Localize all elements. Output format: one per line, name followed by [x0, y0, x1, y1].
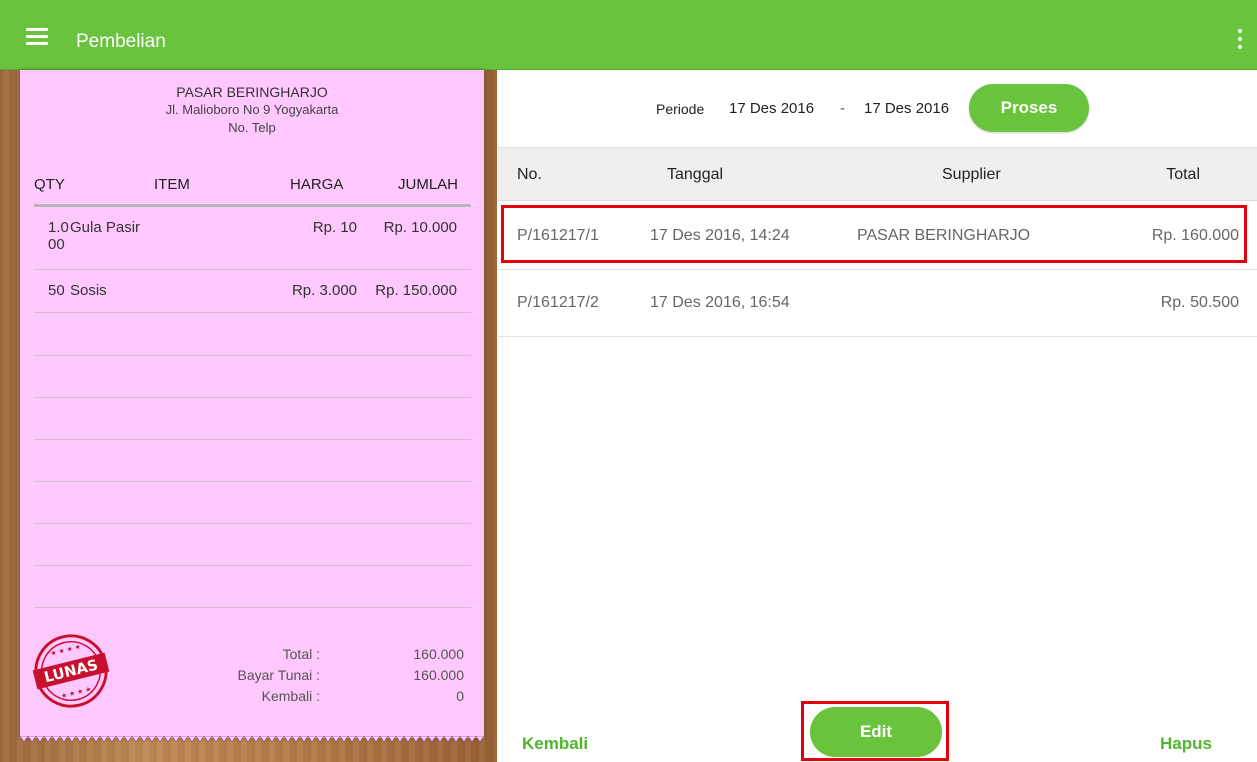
row-tanggal: 17 Des 2016, 16:54	[650, 294, 790, 311]
proses-button[interactable]: Proses	[969, 84, 1089, 132]
receipt-empty-line	[34, 439, 471, 482]
receipt-empty-line	[34, 565, 471, 608]
column-header-no: No.	[517, 166, 542, 183]
receipt-bayar-label: Bayar Tunai :	[237, 667, 321, 683]
column-header-tanggal: Tanggal	[667, 166, 724, 183]
column-header-supplier: Supplier	[942, 166, 1001, 183]
svg-text:★ ★ ★ ★: ★ ★ ★ ★	[60, 685, 92, 700]
receipt-line-item: 50 Sosis Rp. 3.000 Rp. 150.000	[34, 270, 471, 313]
table-header: No. Tanggal Supplier Total	[498, 147, 1257, 201]
receipt-store-name: PASAR BERINGHARJO	[176, 84, 328, 100]
date-to-picker[interactable]: 17 Des 2016	[864, 100, 949, 117]
receipt-total-value: 160.000	[413, 646, 464, 662]
hapus-button[interactable]: Hapus	[1160, 734, 1212, 754]
receipt-empty-line	[34, 523, 471, 566]
date-from-picker[interactable]: 17 Des 2016	[729, 100, 814, 117]
app-bar: Pembelian	[0, 0, 1257, 70]
receipt-kembali-value: 0	[456, 688, 464, 704]
kembali-button[interactable]: Kembali	[522, 734, 588, 754]
receipt-line-harga: Rp. 3.000	[291, 282, 357, 299]
receipt-col-jumlah: JUMLAH	[398, 176, 459, 193]
receipt-store-address: Jl. Malioboro No 9 Yogyakarta	[165, 102, 339, 117]
receipt-empty-line	[34, 481, 471, 524]
receipt-bayar-value: 160.000	[413, 667, 464, 683]
receipt-empty-line	[34, 397, 471, 440]
receipt-torn-edge	[20, 736, 484, 743]
selected-row-highlight	[501, 205, 1247, 263]
receipt-line-item: 1.0 00 Gula Pasir Rp. 10 Rp. 10.000	[34, 207, 471, 270]
receipt-line-item-name: Gula Pasir	[70, 219, 141, 236]
row-no: P/161217/2	[517, 294, 599, 311]
receipt-store-phone: No. Telp	[228, 120, 276, 135]
receipt-line-jumlah: Rp. 10.000	[383, 219, 457, 236]
lunas-stamp-icon: ★ ★ ★ ★ ★ ★ ★ ★ LUNAS	[32, 634, 110, 708]
edit-button-highlight	[801, 701, 949, 761]
receipt-empty-line	[34, 313, 471, 356]
receipt-empty-line	[34, 355, 471, 398]
svg-text:★ ★ ★ ★: ★ ★ ★ ★	[50, 643, 82, 658]
period-label: Periode	[656, 101, 705, 117]
column-header-total: Total	[1166, 166, 1200, 183]
table-row[interactable]: P/161217/2 17 Des 2016, 16:54 Rp. 50.500	[498, 270, 1257, 337]
row-total: Rp. 50.500	[1160, 294, 1239, 311]
more-vert-icon[interactable]	[1235, 28, 1245, 50]
receipt-line-harga: Rp. 10	[312, 219, 357, 236]
receipt-paper: PASAR BERINGHARJO Jl. Malioboro No 9 Yog…	[20, 70, 484, 738]
receipt-kembali-label: Kembali :	[261, 688, 320, 704]
receipt-line-qty: 1.0 00	[48, 219, 69, 253]
receipt-line-qty: 50	[48, 282, 65, 299]
receipt-col-qty: QTY	[34, 176, 65, 193]
app-title: Pembelian	[76, 31, 166, 52]
receipt-col-harga: HARGA	[290, 176, 344, 193]
receipt-line-jumlah: Rp. 150.000	[375, 282, 457, 299]
receipt-line-item-name: Sosis	[70, 282, 107, 299]
receipt-total-label: Total :	[282, 646, 320, 662]
date-separator: -	[840, 100, 845, 117]
hamburger-menu-icon[interactable]	[26, 28, 48, 45]
receipt-col-item: ITEM	[154, 176, 190, 193]
